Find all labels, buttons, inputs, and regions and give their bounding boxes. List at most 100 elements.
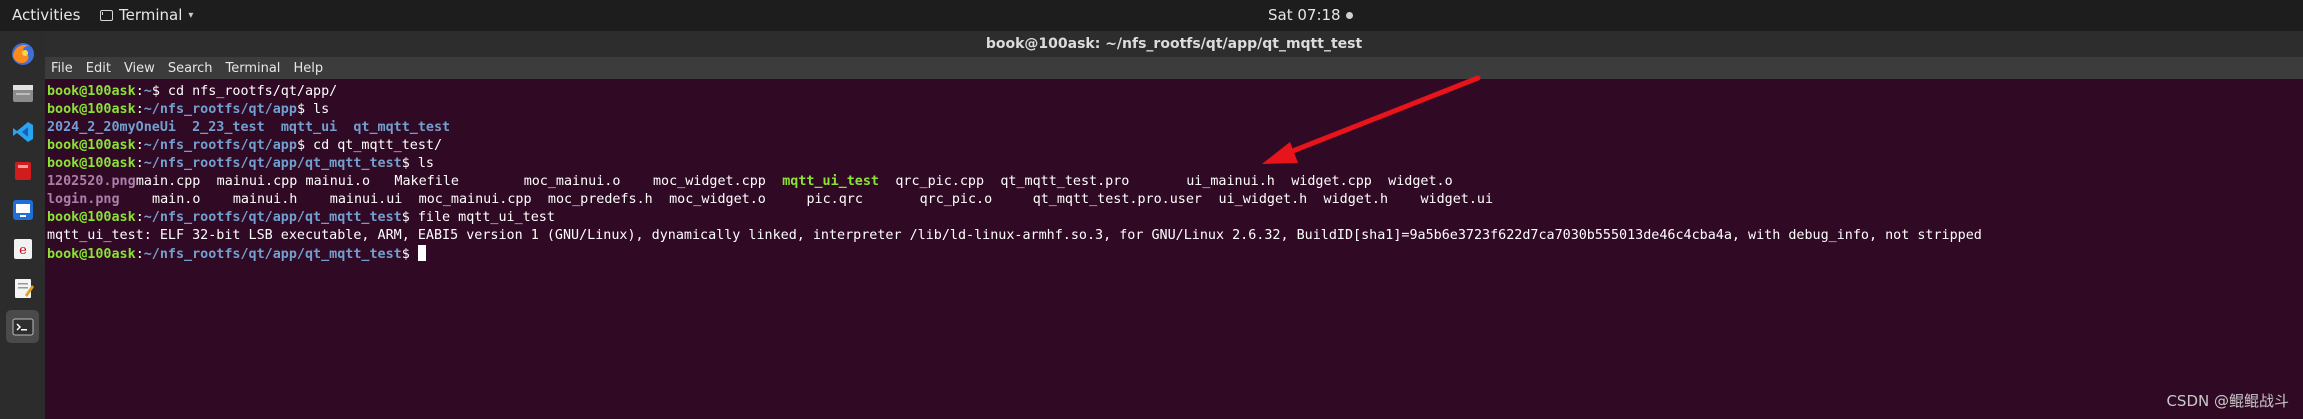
terminal-text: widget.o (1388, 174, 1453, 189)
activities-button[interactable]: Activities (12, 6, 80, 24)
terminal-text: book@100ask (47, 247, 136, 262)
terminal-line: book@100ask:~/nfs_rootfs/qt/app$ cd qt_m… (47, 137, 2303, 155)
terminal-text: pic.qrc (806, 192, 863, 207)
terminal-text: moc_predefs.h (547, 192, 653, 207)
window-title: book@100ask: ~/nfs_rootfs/qt/app/qt_mqtt… (985, 36, 1363, 52)
terminal-text: : (135, 138, 144, 153)
terminal-text: : (135, 156, 144, 171)
clock-label: Sat 07:18 (1268, 6, 1341, 24)
terminal-small-icon (100, 9, 113, 21)
menu-file[interactable]: File (51, 61, 73, 76)
terminal-text: main.cpp (135, 174, 201, 189)
terminal-window: book@100ask: ~/nfs_rootfs/qt/app/qt_mqtt… (45, 31, 2303, 419)
terminal-line: mqtt_ui_test: ELF 32-bit LSB executable,… (47, 227, 2303, 245)
terminal-text: : (135, 102, 144, 117)
menu-terminal[interactable]: Terminal (225, 61, 280, 76)
notification-dot-icon (1345, 11, 1353, 19)
app-menu-label: Terminal (119, 6, 183, 24)
terminal-text: : (135, 210, 144, 225)
terminal-text: qrc_pic.cpp (895, 174, 985, 189)
menu-search[interactable]: Search (168, 61, 213, 76)
terminal-text: ~/nfs_rootfs/qt/app/qt_mqtt_test (143, 156, 402, 171)
terminal-text: : (135, 84, 144, 99)
terminal-line: 1202520.pngmain.cpp mainui.cpp mainui.o Mak… (47, 173, 2303, 191)
terminal-text: moc_widget.cpp (652, 174, 766, 189)
terminal-text: book@100ask (47, 156, 136, 171)
terminal-text: main.o (152, 192, 201, 207)
terminal-text: widget.cpp (1291, 174, 1372, 189)
svg-text:e: e (19, 243, 27, 258)
terminal-text: book@100ask (47, 102, 136, 117)
terminal-text: $ cd qt_mqtt_test/ (296, 138, 443, 153)
terminal-text: 2_23_test (192, 120, 265, 135)
terminal-text: $ cd nfs_rootfs/qt/app/ (151, 84, 338, 99)
red-e-app-icon[interactable]: e (6, 232, 39, 265)
terminal-text: qrc_pic.o (919, 192, 993, 207)
terminal-text: mainui.cpp (216, 174, 298, 189)
app-menu-terminal[interactable]: Terminal ▾ (100, 6, 193, 24)
vscode-icon[interactable] (6, 115, 39, 148)
terminal-text: ~ (143, 84, 152, 99)
window-titlebar[interactable]: book@100ask: ~/nfs_rootfs/qt/app/qt_mqtt… (45, 31, 2303, 57)
terminal-text: ~/nfs_rootfs/qt/app/qt_mqtt_test (143, 247, 402, 262)
terminal-text: login.png (47, 192, 120, 207)
terminal-line: login.png main.o mainui.h mainui.ui moc_main… (47, 191, 2303, 209)
terminal-icon[interactable] (6, 310, 39, 343)
terminal-text: mqtt_ui_test: ELF 32-bit LSB executable,… (47, 228, 1982, 243)
terminal-line: book@100ask:~$ cd nfs_rootfs/qt/app/ (47, 83, 2303, 101)
terminal-line: book@100ask:~/nfs_rootfs/qt/app$ ls (47, 101, 2303, 119)
terminal-line: 2024_2_20myOneUi 2_23_test mqtt_ui qt_mq… (47, 119, 2303, 137)
terminal-text: ~/nfs_rootfs/qt/app (143, 138, 297, 153)
terminal-text: moc_widget.o (669, 192, 766, 207)
terminal-text: 1202520.png (47, 174, 136, 189)
clock[interactable]: Sat 07:18 (1268, 6, 1353, 24)
terminal-text: $ ls (296, 102, 330, 117)
menu-bar: File Edit View Search Terminal Help (45, 57, 2303, 79)
watermark: CSDN @鲲鲲战斗 (2166, 392, 2289, 410)
red-app-icon[interactable] (6, 154, 39, 187)
terminal-text: qt_mqtt_test (353, 120, 451, 135)
dock: e (0, 31, 45, 419)
terminal-output[interactable]: book@100ask:~$ cd nfs_rootfs/qt/app/book… (45, 79, 2303, 419)
terminal-text: book@100ask (47, 138, 136, 153)
terminal-text: qt_mqtt_test.pro.user (1032, 192, 1202, 207)
terminal-text: widget.ui (1420, 192, 1494, 207)
terminal-line: book@100ask:~/nfs_rootfs/qt/app/qt_mqtt_… (47, 245, 2303, 263)
terminal-text: mainui.ui (329, 192, 403, 207)
terminal-text: moc_mainui.cpp (418, 192, 532, 207)
terminal-text: mqtt_ui_test (782, 174, 879, 189)
top-bar: Activities Terminal ▾ Sat 07:18 (0, 0, 2303, 31)
terminal-text: Makefile (394, 174, 459, 189)
terminal-text: ~/nfs_rootfs/qt/app (143, 102, 297, 117)
terminal-text: widget.h (1323, 192, 1389, 207)
remote-desktop-icon[interactable] (6, 193, 39, 226)
firefox-icon[interactable] (6, 37, 39, 70)
menu-edit[interactable]: Edit (86, 61, 111, 76)
text-editor-icon[interactable] (6, 271, 39, 304)
terminal-text: moc_mainui.o (523, 174, 621, 189)
terminal-line: book@100ask:~/nfs_rootfs/qt/app/qt_mqtt_… (47, 209, 2303, 227)
terminal-text: book@100ask (47, 210, 136, 225)
files-icon[interactable] (6, 76, 39, 109)
terminal-text: mqtt_ui (280, 120, 338, 135)
terminal-text: mainui.h (232, 192, 298, 207)
menu-view[interactable]: View (124, 61, 155, 76)
terminal-text: ui_widget.h (1218, 192, 1308, 207)
menu-help[interactable]: Help (293, 61, 323, 76)
terminal-text: 2024_2_20myOneUi (47, 120, 176, 135)
terminal-text: : (135, 247, 144, 262)
terminal-text: ~/nfs_rootfs/qt/app/qt_mqtt_test (143, 210, 402, 225)
terminal-text: mainui.o (305, 174, 371, 189)
terminal-text: $ (401, 247, 418, 262)
terminal-line: book@100ask:~/nfs_rootfs/qt/app/qt_mqtt_… (47, 155, 2303, 173)
terminal-text: $ ls (401, 156, 434, 171)
chevron-down-icon: ▾ (188, 9, 194, 21)
terminal-text: qt_mqtt_test.pro (1000, 174, 1130, 189)
terminal-text: $ file mqtt_ui_test (401, 210, 555, 225)
text-cursor (417, 245, 426, 261)
terminal-text: book@100ask (47, 84, 136, 99)
terminal-text: ui_mainui.h (1186, 174, 1275, 189)
